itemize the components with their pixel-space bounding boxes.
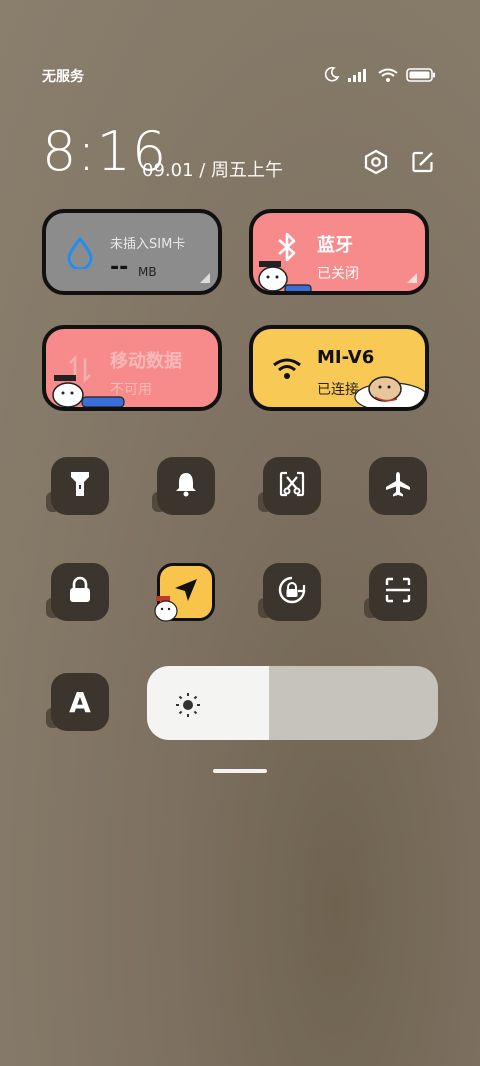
mobile-data-tile[interactable]: 移动数据 不可用 <box>42 325 222 411</box>
brightness-slider[interactable] <box>147 666 438 740</box>
airplane-icon <box>384 470 412 502</box>
settings-button[interactable] <box>360 148 392 180</box>
wifi-network-name: MI-V6 <box>317 347 375 368</box>
mobile-data-title: 移动数据 <box>110 351 182 372</box>
settings-icon <box>363 149 389 179</box>
dog-sticker-icon <box>354 376 425 407</box>
reading-mode-label: A <box>69 685 91 719</box>
screenshot-toggle[interactable] <box>263 457 321 515</box>
silent-toggle[interactable] <box>157 457 215 515</box>
lock-screen-toggle[interactable] <box>51 563 109 621</box>
airplane-mode-toggle[interactable] <box>369 457 427 515</box>
bear-sticker-icon <box>154 596 178 622</box>
wifi-tile[interactable]: MI-V6 已连接 <box>249 325 429 411</box>
rotation-lock-icon <box>277 575 307 609</box>
brightness-fill <box>147 666 270 740</box>
data-usage-tile[interactable]: 未插入SIM卡 -- MB <box>42 209 222 295</box>
edit-button[interactable] <box>407 148 439 180</box>
location-toggle[interactable] <box>154 563 215 622</box>
expand-corner-icon <box>200 273 210 283</box>
bell-icon <box>174 471 198 501</box>
signal-icon <box>348 67 370 86</box>
flashlight-icon <box>69 470 91 502</box>
carrier-status: 无服务 <box>42 69 84 85</box>
edit-icon <box>411 150 435 178</box>
data-usage-value: -- <box>110 255 129 280</box>
scanner-toggle[interactable] <box>369 563 427 621</box>
sim-status-label: 未插入SIM卡 <box>110 237 186 252</box>
scan-icon <box>384 576 412 608</box>
status-icons <box>324 66 436 86</box>
home-indicator[interactable] <box>213 769 267 773</box>
bear-sticker-icon <box>258 261 312 291</box>
bluetooth-title: 蓝牙 <box>317 235 353 256</box>
bluetooth-status: 已关闭 <box>317 266 359 282</box>
wifi-icon <box>271 353 303 385</box>
lock-icon <box>68 576 92 608</box>
battery-icon <box>406 67 436 86</box>
flashlight-toggle[interactable] <box>51 457 109 515</box>
wifi-icon <box>378 67 398 86</box>
sun-icon <box>175 692 201 722</box>
moon-icon <box>324 66 340 86</box>
water-drop-icon <box>64 237 96 269</box>
data-usage-unit: MB <box>138 265 157 279</box>
bluetooth-tile[interactable]: 蓝牙 已关闭 <box>249 209 429 295</box>
date-label: 09.01 / 周五上午 <box>142 160 284 181</box>
reading-mode-toggle[interactable]: A <box>51 673 109 731</box>
rotation-lock-toggle[interactable] <box>263 563 321 621</box>
bear-sticker-icon <box>52 375 125 407</box>
screenshot-icon <box>278 470 306 502</box>
expand-corner-icon <box>407 273 417 283</box>
